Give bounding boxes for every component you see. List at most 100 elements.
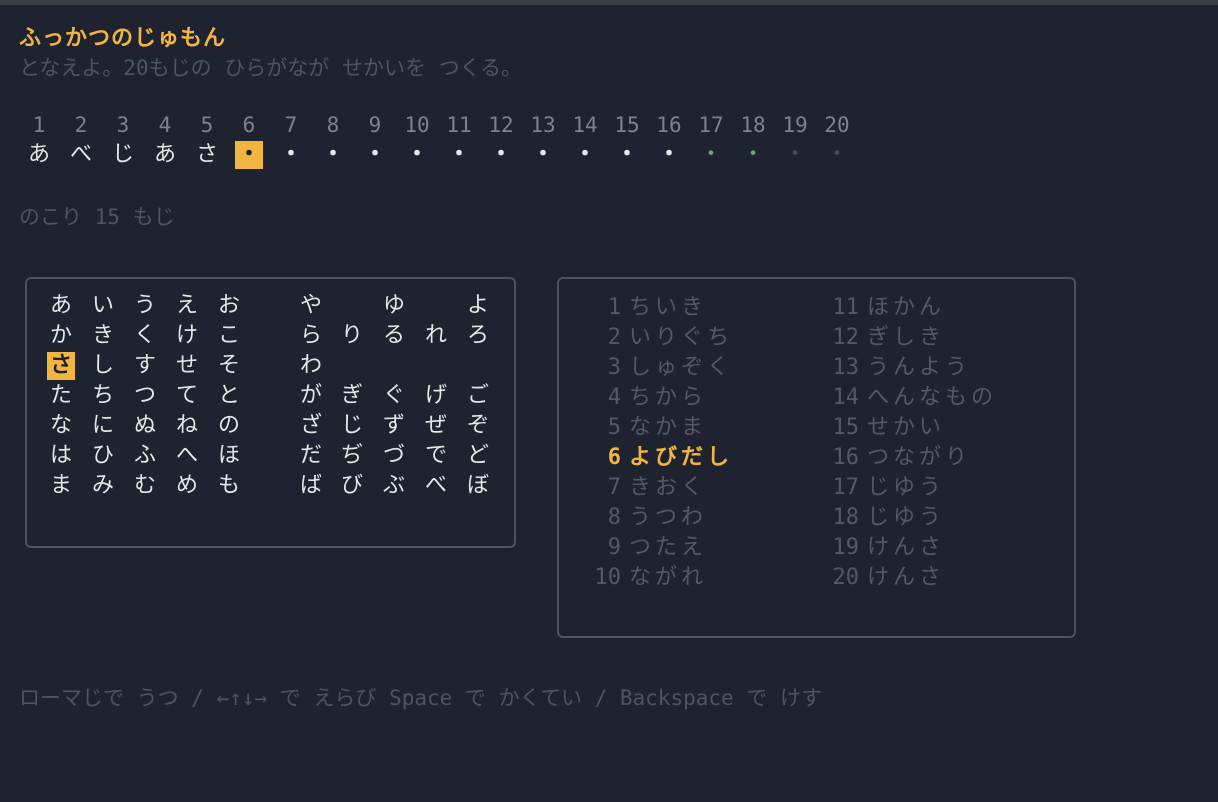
kana-key[interactable]: も xyxy=(215,472,243,500)
kana-key[interactable]: ば xyxy=(297,472,325,500)
kana-key[interactable]: り xyxy=(338,322,366,350)
kana-key[interactable]: ぶ xyxy=(380,472,408,500)
kana-key[interactable]: せ xyxy=(173,352,201,380)
slot-cursor[interactable]: ・ xyxy=(228,141,270,169)
kana-key[interactable]: る xyxy=(380,322,408,350)
kana-key[interactable]: ら xyxy=(297,322,325,350)
kana-key[interactable]: お xyxy=(215,292,243,320)
kana-key[interactable]: ま xyxy=(47,472,75,500)
kana-key[interactable]: ぎ xyxy=(338,382,366,410)
slot-char[interactable]: じ xyxy=(102,141,144,169)
kana-key[interactable]: け xyxy=(173,322,201,350)
slot-char[interactable]: ・ xyxy=(312,141,354,169)
kana-key[interactable]: む xyxy=(131,472,159,500)
kana-key[interactable]: て xyxy=(173,382,201,410)
slot-char[interactable]: ・ xyxy=(522,141,564,169)
kana-key[interactable]: ぞ xyxy=(464,412,492,440)
slot-char[interactable]: ・ xyxy=(438,141,480,169)
kana-key[interactable]: す xyxy=(131,352,159,380)
word-list-item[interactable]: 11 ほかん xyxy=(809,293,945,323)
kana-key[interactable]: で xyxy=(422,442,450,470)
word-list-item[interactable]: 20 けんさ xyxy=(809,563,945,593)
word-list-item[interactable]: 15 せかい xyxy=(809,413,945,443)
kana-key[interactable]: は xyxy=(47,442,75,470)
slot-char[interactable]: ・ xyxy=(690,141,732,169)
slot-char[interactable]: あ xyxy=(144,141,186,169)
kana-key[interactable]: が xyxy=(297,382,325,410)
slot-char[interactable]: ・ xyxy=(270,141,312,169)
kana-key[interactable]: え xyxy=(173,292,201,320)
slot-char[interactable]: あ xyxy=(18,141,60,169)
kana-key[interactable]: び xyxy=(338,472,366,500)
kana-key[interactable]: ゆ xyxy=(380,292,408,320)
slot-char[interactable]: ・ xyxy=(480,141,522,169)
slot-char[interactable]: さ xyxy=(186,141,228,169)
kana-key[interactable]: こ xyxy=(215,322,243,350)
word-list-item[interactable]: 4 ちから xyxy=(571,383,707,413)
word-list-item[interactable]: 12 ぎしき xyxy=(809,323,945,353)
kana-key[interactable]: の xyxy=(215,412,243,440)
kana-key[interactable]: た xyxy=(47,382,75,410)
kana-key[interactable]: ぢ xyxy=(338,442,366,470)
kana-key[interactable]: ね xyxy=(173,412,201,440)
kana-key[interactable]: ぼ xyxy=(464,472,492,500)
kana-key[interactable]: な xyxy=(47,412,75,440)
kana-key[interactable]: ぜ xyxy=(422,412,450,440)
kana-key[interactable]: ほ xyxy=(215,442,243,470)
word-list-item[interactable]: 18 じゆう xyxy=(809,503,945,533)
kana-key[interactable]: ろ xyxy=(464,322,492,350)
word-list-item[interactable]: 7 きおく xyxy=(571,473,707,503)
slot-char[interactable]: ・ xyxy=(648,141,690,169)
kana-key[interactable]: ど xyxy=(464,442,492,470)
kana-key[interactable]: だ xyxy=(297,442,325,470)
kana-key[interactable]: ひ xyxy=(89,442,117,470)
kana-key[interactable]: じ xyxy=(338,412,366,440)
word-list-item[interactable]: 9 つたえ xyxy=(571,533,707,563)
slot-char[interactable]: ・ xyxy=(606,141,648,169)
kana-key[interactable]: そ xyxy=(215,352,243,380)
kana-key[interactable]: き xyxy=(89,322,117,350)
word-list-item[interactable]: 14 へんなもの xyxy=(809,383,997,413)
kana-key[interactable]: に xyxy=(89,412,117,440)
kana-key[interactable]: う xyxy=(131,292,159,320)
kana-key[interactable]: と xyxy=(215,382,243,410)
kana-key[interactable]: か xyxy=(47,322,75,350)
slot-char[interactable]: ・ xyxy=(732,141,774,169)
kana-key[interactable]: わ xyxy=(297,352,325,380)
kana-key[interactable]: い xyxy=(89,292,117,320)
kana-key[interactable]: よ xyxy=(464,292,492,320)
kana-key[interactable]: め xyxy=(173,472,201,500)
word-list-item[interactable]: 2 いりぐち xyxy=(571,323,733,353)
kana-key[interactable]: し xyxy=(89,352,117,380)
slot-char[interactable]: ・ xyxy=(354,141,396,169)
kana-key[interactable]: く xyxy=(131,322,159,350)
word-list-item[interactable]: 10 ながれ xyxy=(571,563,707,593)
word-list-item[interactable]: 8 うつわ xyxy=(571,503,707,533)
kana-key[interactable]: や xyxy=(297,292,325,320)
kana-key[interactable]: ふ xyxy=(131,442,159,470)
kana-key[interactable]: ず xyxy=(380,412,408,440)
word-list-item[interactable]: 5 なかま xyxy=(571,413,707,443)
kana-key[interactable]: れ xyxy=(422,322,450,350)
kana-key[interactable]: げ xyxy=(422,382,450,410)
word-list-item[interactable]: 19 けんさ xyxy=(809,533,945,563)
word-list-item[interactable]: 3 しゅぞく xyxy=(571,353,733,383)
word-list-item[interactable]: 1 ちいき xyxy=(571,293,707,323)
slot-char[interactable]: ・ xyxy=(774,141,816,169)
kana-key[interactable]: へ xyxy=(173,442,201,470)
word-list-item[interactable]: 13 うんよう xyxy=(809,353,971,383)
slot-char[interactable]: べ xyxy=(60,141,102,169)
kana-key[interactable]: べ xyxy=(422,472,450,500)
kana-key[interactable]: ぬ xyxy=(131,412,159,440)
kana-key[interactable]: ご xyxy=(464,382,492,410)
kana-key[interactable]: さ xyxy=(47,352,75,380)
word-list-item[interactable]: 6 よびだし xyxy=(571,443,733,473)
word-list-item[interactable]: 17 じゆう xyxy=(809,473,945,503)
kana-key[interactable]: つ xyxy=(131,382,159,410)
slot-char[interactable]: ・ xyxy=(396,141,438,169)
kana-key[interactable]: ぐ xyxy=(380,382,408,410)
kana-key[interactable]: ち xyxy=(89,382,117,410)
kana-key[interactable]: ざ xyxy=(297,412,325,440)
kana-key[interactable]: み xyxy=(89,472,117,500)
word-list-item[interactable]: 16 つながり xyxy=(809,443,971,473)
